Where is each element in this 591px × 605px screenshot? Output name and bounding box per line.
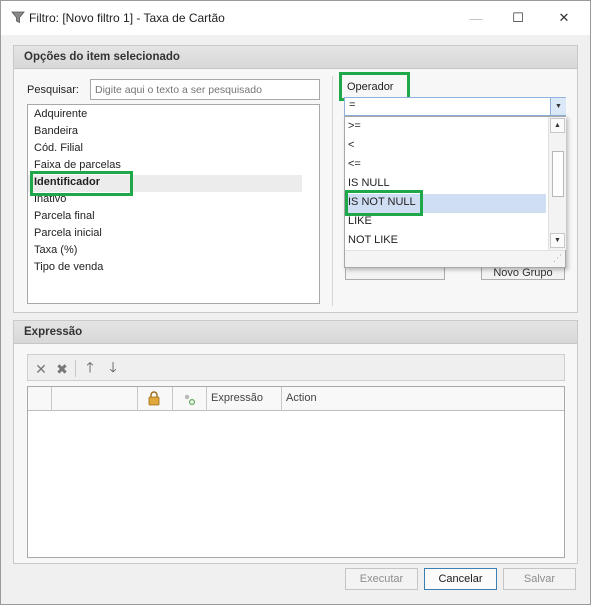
highlight-box	[30, 171, 133, 196]
operator-value: =	[349, 99, 356, 111]
field-item[interactable]: Bandeira	[34, 125, 78, 137]
operator-option[interactable]: NOT LIKE	[345, 232, 546, 251]
divider	[332, 76, 333, 306]
search-input[interactable]	[90, 79, 320, 100]
highlight-box	[345, 190, 423, 216]
filter-icon	[11, 11, 25, 24]
execute-button[interactable]: Executar	[345, 568, 418, 590]
expression-panel: Expressão ✕ ✖ 🡑 🡓 Expressão Action	[13, 320, 578, 564]
column-expression[interactable]: Expressão	[211, 392, 263, 404]
close-button[interactable]: ✕	[541, 1, 587, 35]
filter-dialog: Filtro: [Novo filtro 1] - Taxa de Cartão…	[0, 0, 591, 605]
column-separator	[172, 387, 173, 411]
expression-toolbar: ✕ ✖ 🡑 🡓	[27, 354, 565, 381]
grid-header: Expressão Action	[28, 387, 564, 411]
scroll-thumb[interactable]	[552, 151, 564, 197]
save-button[interactable]: Salvar	[503, 568, 576, 590]
column-separator	[206, 387, 207, 411]
field-item[interactable]: Faixa de parcelas	[34, 159, 121, 171]
operator-dropdown[interactable]: >= < <= IS NULL IS NOT NULL LIKE NOT LIK…	[344, 116, 566, 268]
maximize-icon: ☐	[512, 10, 524, 25]
options-header: Opções do item selecionado	[14, 46, 577, 69]
expression-grid[interactable]: Expressão Action	[27, 386, 565, 558]
search-label: Pesquisar:	[27, 84, 79, 96]
minimize-button[interactable]: —	[453, 1, 499, 35]
column-separator	[51, 387, 52, 411]
chevron-down-icon[interactable]: ▼	[550, 98, 566, 115]
column-action[interactable]: Action	[286, 392, 317, 404]
field-item[interactable]: Tipo de venda	[34, 261, 103, 273]
link-icon[interactable]	[182, 392, 196, 406]
scroll-down-icon[interactable]: ▼	[550, 233, 565, 248]
close-icon: ✕	[558, 10, 570, 25]
title-bar: Filtro: [Novo filtro 1] - Taxa de Cartão…	[1, 1, 590, 35]
maximize-button[interactable]: ☐	[495, 1, 541, 35]
arrow-up-icon[interactable]: 🡑	[82, 359, 98, 377]
dropdown-footer: ⋰	[345, 250, 565, 267]
scroll-up-icon[interactable]: ▲	[550, 118, 565, 133]
field-item[interactable]: Cód. Filial	[34, 142, 83, 154]
field-item[interactable]: Adquirente	[34, 108, 87, 120]
operator-option[interactable]: <	[345, 137, 546, 156]
field-item[interactable]: Taxa (%)	[34, 244, 77, 256]
operator-option[interactable]: <=	[345, 156, 546, 175]
operator-select[interactable]: = ▼	[344, 97, 566, 116]
window-title: Filtro: [Novo filtro 1] - Taxa de Cartão	[29, 11, 225, 25]
toolbar-divider	[75, 360, 76, 377]
options-panel: Opções do item selecionado Pesquisar: Ad…	[13, 45, 578, 313]
minimize-icon: —	[469, 10, 483, 26]
field-list[interactable]: Adquirente Bandeira Cód. Filial Faixa de…	[27, 104, 320, 304]
column-separator	[137, 387, 138, 411]
resize-grip-icon[interactable]: ⋰	[553, 253, 562, 264]
operator-option[interactable]: >=	[345, 118, 546, 137]
expression-header: Expressão	[14, 321, 577, 344]
delete-all-icon[interactable]: ✖	[54, 361, 70, 377]
field-item[interactable]: Parcela inicial	[34, 227, 102, 239]
cancel-button[interactable]: Cancelar	[424, 568, 497, 590]
new-group-label: Novo Grupo	[493, 267, 553, 279]
lock-icon[interactable]	[148, 391, 160, 406]
arrow-down-icon[interactable]: 🡓	[105, 359, 121, 377]
field-item[interactable]: Parcela final	[34, 210, 95, 222]
delete-icon[interactable]: ✕	[33, 361, 49, 377]
dropdown-scrollbar[interactable]: ▲ ▼	[548, 117, 566, 250]
column-separator	[281, 387, 282, 411]
